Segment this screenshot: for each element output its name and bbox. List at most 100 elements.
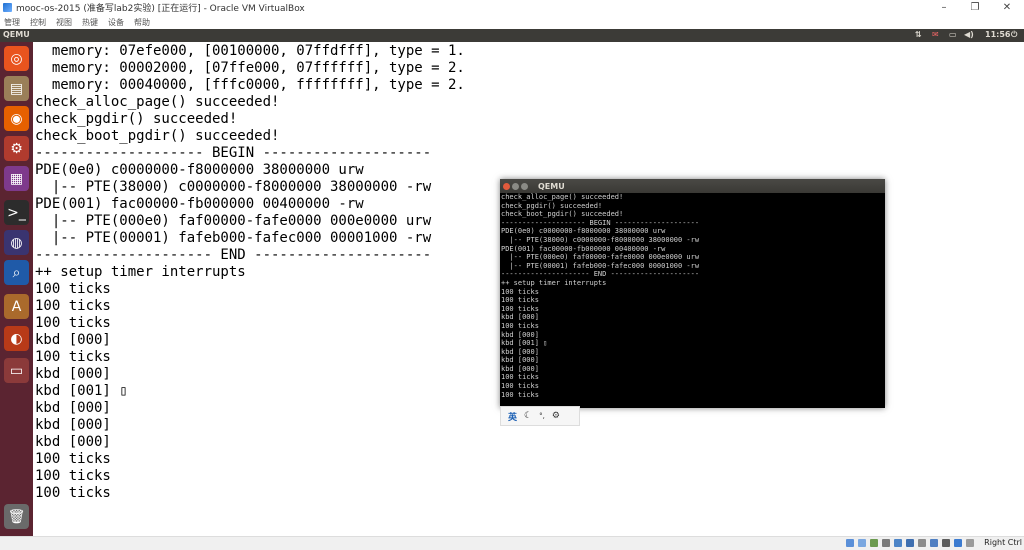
qemu-screen[interactable]: check_alloc_page() succeeded! check_pgdir… <box>500 193 885 405</box>
qemu-console-line: 100 ticks <box>501 390 539 399</box>
launcher-terminal-icon[interactable]: >_ <box>4 200 29 225</box>
guest-console-output: memory: 07efe000, [00100000, 07ffdfff], … <box>35 43 465 502</box>
menu-control[interactable]: 控制 <box>30 17 46 28</box>
host-key-icon[interactable] <box>966 539 974 547</box>
qemu-console-line: ++ setup timer interrupts <box>501 278 607 287</box>
usb-icon[interactable] <box>870 539 878 547</box>
launcher-trash-icon[interactable]: 🗑 <box>4 504 29 529</box>
panel-app-title: QEMU <box>3 30 30 39</box>
qemu-console-line: 100 ticks <box>501 296 539 305</box>
qemu-console-line: kbd [000] <box>501 330 539 339</box>
qemu-console-line: |-- PTE(38000) c0000000-f8000000 3800000… <box>501 235 700 244</box>
console-line: 100 ticks <box>35 451 111 467</box>
ime-language-toggle[interactable]: 英 <box>508 410 517 423</box>
maximize-button[interactable]: ❐ <box>961 0 989 15</box>
host-key-label: Right Ctrl <box>984 538 1022 547</box>
console-line: kbd [000] <box>35 417 111 433</box>
launcher-settings-icon[interactable]: ⚙ <box>4 136 29 161</box>
menu-hotkey[interactable]: 热键 <box>82 17 98 28</box>
virtualbox-icon <box>3 3 12 12</box>
optical-drive-icon[interactable] <box>858 539 866 547</box>
launcher-app-icon[interactable]: ▭ <box>4 358 29 383</box>
vbox-menubar: 管理 控制 视图 热键 设备 帮助 <box>0 15 1024 29</box>
console-line: |-- PTE(000e0) faf00000-fafe0000 000e000… <box>35 213 432 229</box>
qemu-console-line: kbd [000] <box>501 364 539 373</box>
network-icon[interactable]: ⇅ <box>915 30 922 39</box>
qemu-console-line: PDE(0e0) c0000000-f8000000 38000000 urw <box>501 227 666 236</box>
vbox-statusbar: Right Ctrl <box>0 536 1024 550</box>
cpu-icon[interactable] <box>930 539 938 547</box>
menu-manage[interactable]: 管理 <box>4 17 20 28</box>
qemu-console-line: 100 ticks <box>501 321 539 330</box>
console-line: kbd [000] <box>35 434 111 450</box>
console-line: |-- PTE(00001) fafeb000-fafec000 0000100… <box>35 230 432 246</box>
console-line: kbd [000] <box>35 366 111 382</box>
display-icon[interactable] <box>906 539 914 547</box>
qemu-close-icon[interactable] <box>503 182 510 190</box>
launcher-software-updater-icon[interactable]: A <box>4 294 29 319</box>
qemu-console-line: kbd [000] <box>501 347 539 356</box>
qemu-console-line: check_alloc_page() succeeded! <box>501 193 624 201</box>
mail-icon[interactable]: ✉ <box>932 30 939 39</box>
console-line: kbd [000] <box>35 332 111 348</box>
console-line: kbd [001] ▯ <box>35 383 128 399</box>
qemu-maximize-icon[interactable] <box>521 182 528 190</box>
window-title: mooc-os-2015 (准备写lab2实验) [正在运行] - Oracle… <box>16 4 305 14</box>
qemu-window[interactable]: QEMU check_alloc_page() succeeded! check_… <box>500 179 885 408</box>
console-line: 100 ticks <box>35 468 111 484</box>
qemu-console-line: PDE(001) fac00000-fb000000 00400000 -rw <box>501 244 666 253</box>
launcher-firefox-icon[interactable]: ◉ <box>4 106 29 131</box>
qemu-console-line: kbd [000] <box>501 313 539 322</box>
launcher-search-icon[interactable]: ⌕ <box>4 260 29 285</box>
qemu-titlebar[interactable]: QEMU <box>500 179 885 193</box>
console-line: PDE(0e0) c0000000-f8000000 38000000 urw <box>35 162 364 178</box>
qemu-console-line: |-- PTE(000e0) faf00000-fafe0000 000e000… <box>501 253 700 262</box>
close-button[interactable]: ✕ <box>993 0 1021 15</box>
launcher-workspaces-icon[interactable]: ▦ <box>4 166 29 191</box>
console-line: 100 ticks <box>35 485 111 501</box>
console-line: check_pgdir() succeeded! <box>35 111 238 127</box>
gear-icon[interactable]: ⚙ <box>552 411 560 421</box>
qemu-console-line: check_pgdir() succeeded! <box>501 201 603 210</box>
menu-devices[interactable]: 设备 <box>108 17 124 28</box>
qemu-minimize-icon[interactable] <box>512 182 519 190</box>
battery-icon[interactable]: ▭ <box>949 30 957 39</box>
network-adapter-icon[interactable] <box>894 539 902 547</box>
volume-icon[interactable]: ◀) <box>964 30 974 39</box>
qemu-window-title: QEMU <box>538 181 565 191</box>
console-line: memory: 07efe000, [00100000, 07ffdfff], … <box>35 43 465 59</box>
ubuntu-launcher: ◎ ▤ ◉ ⚙ ▦ >_ ◍ ⌕ A ◐ ▭ 🗑 <box>0 42 33 536</box>
console-line: check_boot_pgdir() succeeded! <box>35 128 280 144</box>
clock[interactable]: 11:56 <box>985 30 1010 39</box>
menu-help[interactable]: 帮助 <box>134 17 150 28</box>
console-line: |-- PTE(38000) c0000000-f8000000 3800000… <box>35 179 432 195</box>
power-icon[interactable]: ⏻ <box>1011 30 1017 40</box>
ubuntu-top-panel: QEMU ⇅ ✉ ▭ ◀) 11:56 ⏻ <box>0 29 1024 42</box>
hard-disk-icon[interactable] <box>846 539 854 547</box>
console-line: 100 ticks <box>35 298 111 314</box>
qemu-console-line: 100 ticks <box>501 382 539 391</box>
console-line: 100 ticks <box>35 281 111 297</box>
console-line: memory: 00002000, [07ffe000, 07ffffff], … <box>35 60 465 76</box>
vbox-titlebar: mooc-os-2015 (准备写lab2实验) [正在运行] - Oracle… <box>0 0 1024 15</box>
punctuation-toggle[interactable]: °, <box>539 412 545 420</box>
menu-view[interactable]: 视图 <box>56 17 72 28</box>
ime-toolbar[interactable]: 英 ☾ °, ⚙ <box>500 406 580 426</box>
qemu-console-line: kbd [000] <box>501 356 539 365</box>
mouse-integration-icon[interactable] <box>942 539 950 547</box>
keyboard-icon[interactable] <box>954 539 962 547</box>
launcher-ubuntu-one-icon[interactable]: ◐ <box>4 326 29 351</box>
qemu-console-line: check_boot_pgdir() succeeded! <box>501 210 624 219</box>
video-capture-icon[interactable] <box>918 539 926 547</box>
console-line: memory: 00040000, [fffc0000, ffffffff], … <box>35 77 465 93</box>
launcher-files-icon[interactable]: ▤ <box>4 76 29 101</box>
qemu-console-line: 100 ticks <box>501 373 539 382</box>
shared-folders-icon[interactable] <box>882 539 890 547</box>
console-line: 100 ticks <box>35 349 111 365</box>
launcher-eclipse-icon[interactable]: ◍ <box>4 230 29 255</box>
qemu-console-line: --------------------- END --------------… <box>501 270 700 279</box>
minimize-button[interactable]: – <box>930 0 958 15</box>
moon-icon[interactable]: ☾ <box>524 411 532 421</box>
qemu-console-line: 100 ticks <box>501 304 539 313</box>
launcher-dash-icon[interactable]: ◎ <box>4 46 29 71</box>
